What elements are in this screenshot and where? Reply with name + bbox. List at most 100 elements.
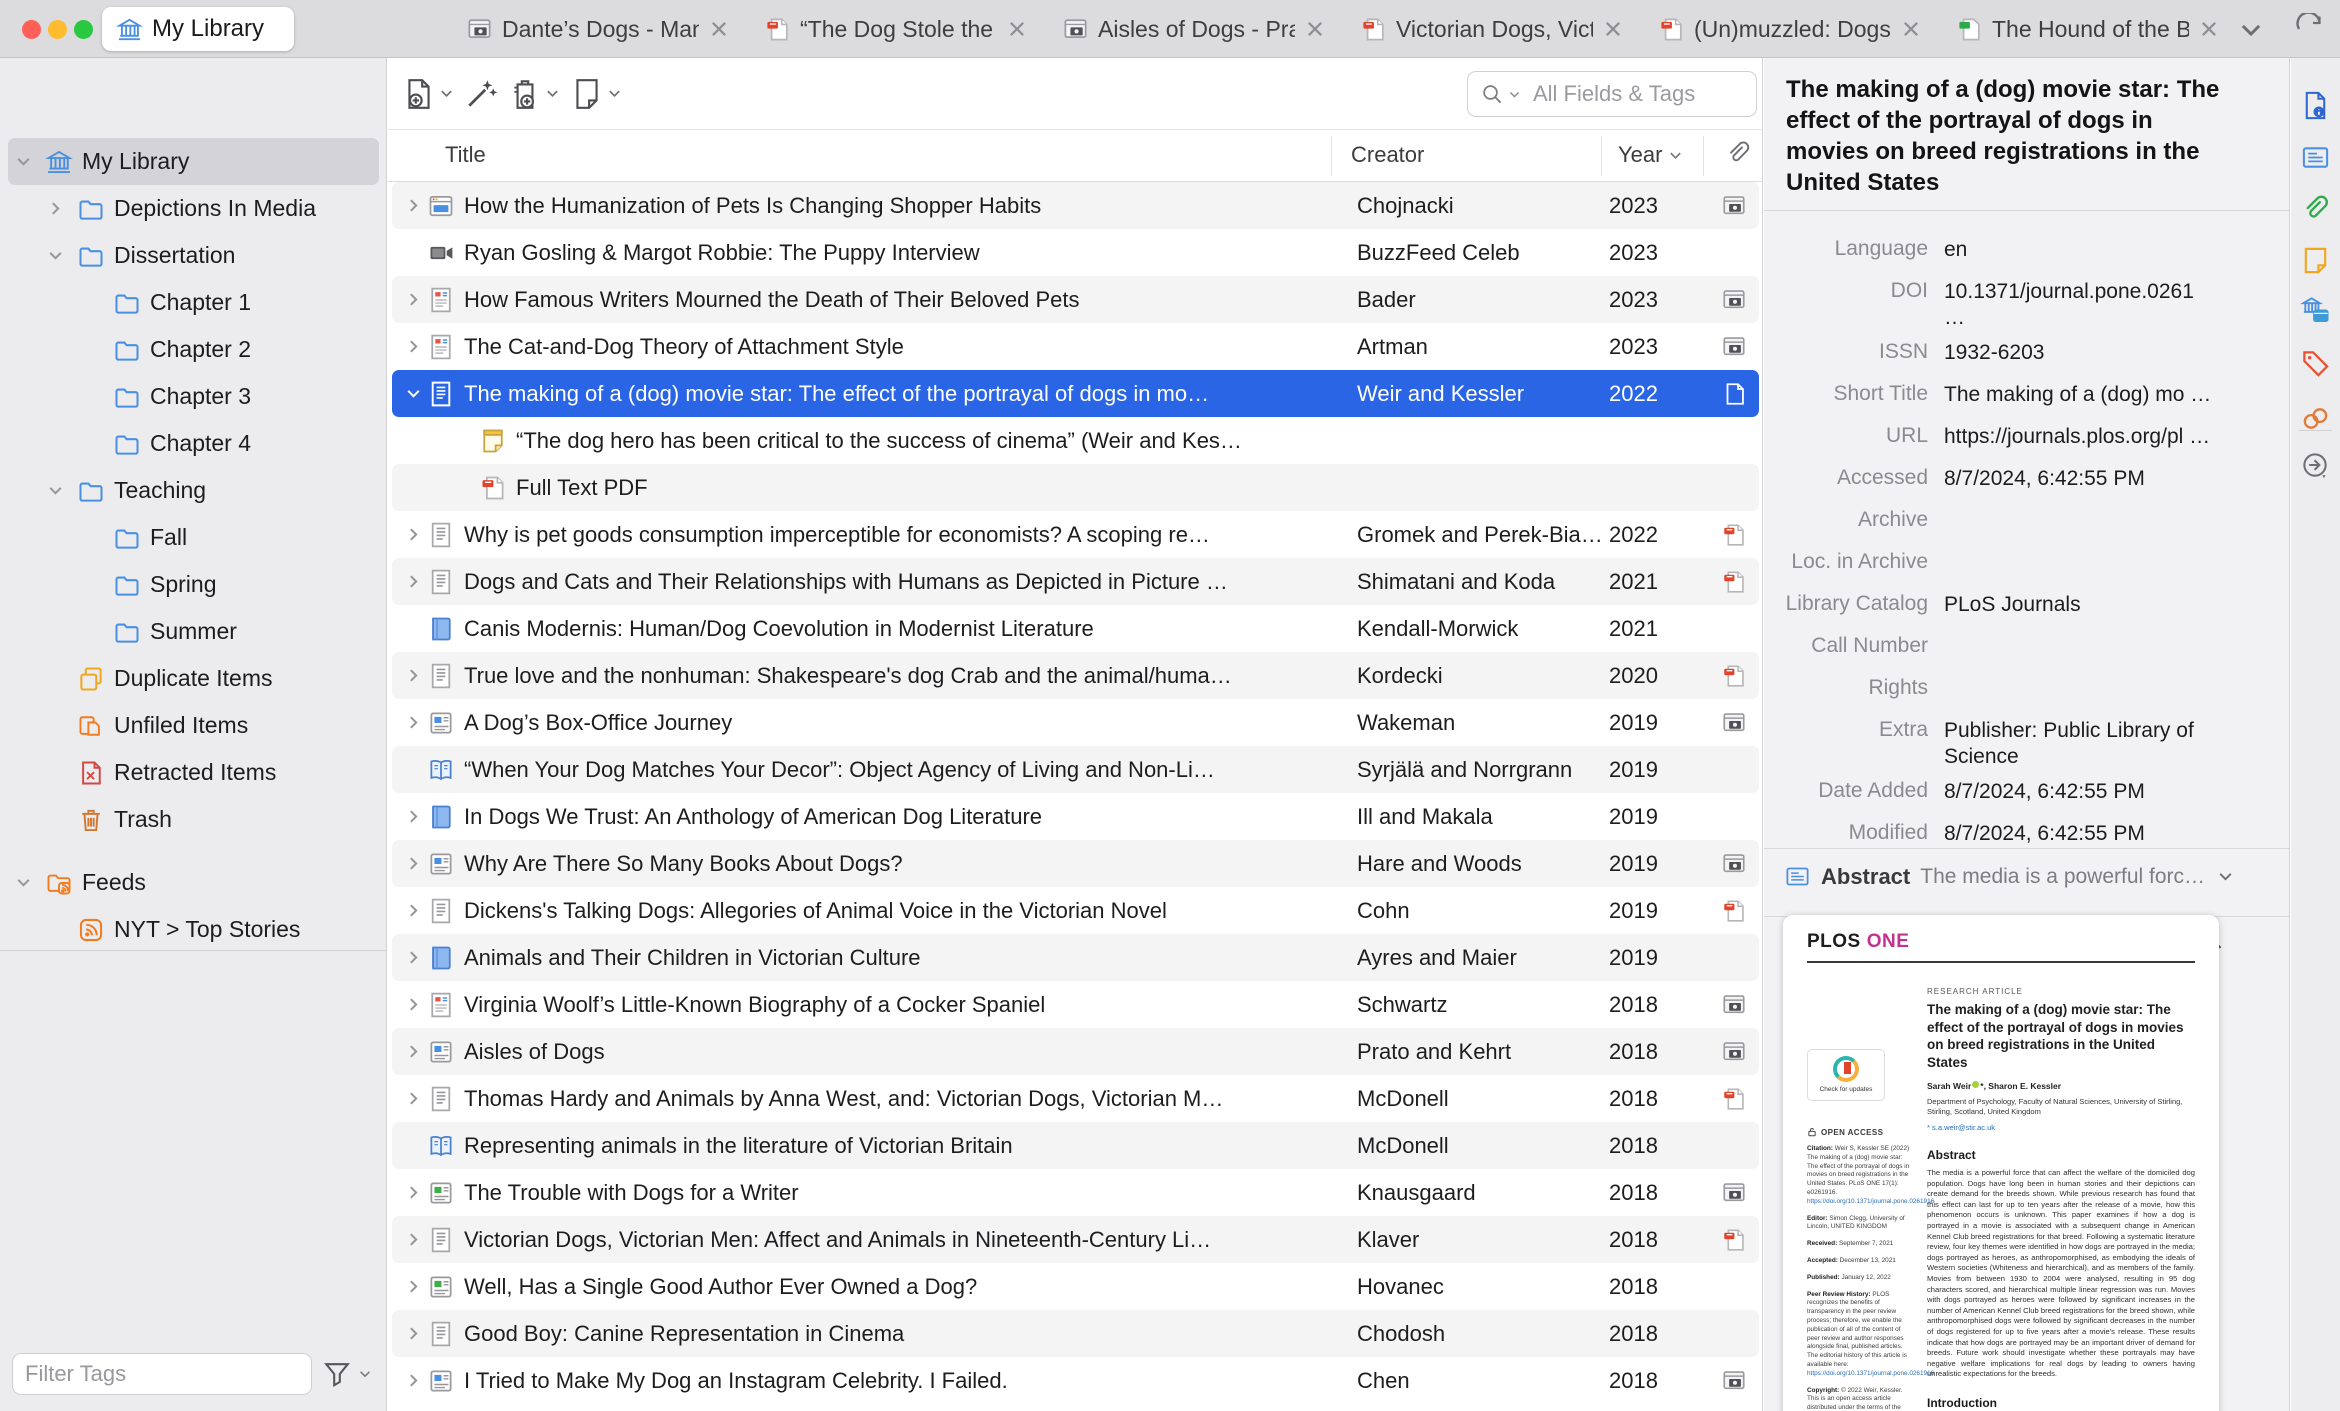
twisty-icon[interactable] (400, 757, 426, 783)
twisty-icon[interactable] (400, 616, 426, 642)
sidebar-item[interactable]: Unfiled Items (0, 702, 387, 749)
twisty-icon[interactable] (400, 1180, 426, 1206)
table-row[interactable]: Good Boy: Canine Representation in Cinem… (392, 1310, 1759, 1357)
new-item-button[interactable] (402, 77, 454, 111)
column-header-creator[interactable]: Creator (1351, 142, 1424, 168)
table-row[interactable]: How the Humanization of Pets Is Changing… (392, 182, 1759, 229)
table-row[interactable]: Dogs and Cats and Their Relationships wi… (392, 558, 1759, 605)
twisty-icon[interactable] (10, 149, 36, 175)
twisty-icon[interactable] (452, 475, 478, 501)
table-row[interactable]: In Dogs We Trust: An Anthology of Americ… (392, 793, 1759, 840)
twisty-icon[interactable] (400, 710, 426, 736)
zoom-window-button[interactable] (74, 20, 93, 39)
close-tab-icon[interactable] (1900, 18, 1922, 40)
twisty-icon[interactable] (400, 804, 426, 830)
table-row[interactable]: Aisles of Dogs Prato and Kehrt 2018 (392, 1028, 1759, 1075)
twisty-icon[interactable] (78, 337, 104, 363)
field-row[interactable]: Library Catalog PLoS Journals (1764, 583, 2289, 625)
field-value[interactable] (1928, 625, 2220, 634)
twisty-icon[interactable] (400, 1227, 426, 1253)
reader-tab[interactable]: The Hound of the B (1940, 0, 2238, 58)
column-header-attachment-paperclip-icon[interactable] (1724, 140, 1752, 168)
field-value[interactable]: 1932-6203 (1928, 331, 2220, 366)
tags-icon[interactable] (2300, 348, 2331, 379)
field-value[interactable] (1928, 499, 2220, 508)
table-row[interactable]: “The dog hero has been critical to the s… (392, 417, 1759, 464)
field-row[interactable]: Modified 8/7/2024, 6:42:55 PM (1764, 812, 2289, 854)
field-row[interactable]: ISSN 1932-6203 (1764, 331, 2289, 373)
field-value[interactable]: 8/7/2024, 6:42:55 PM (1928, 457, 2220, 492)
reader-tab[interactable]: “The Dog Stole the (748, 0, 1046, 58)
notes-icon[interactable] (2300, 245, 2331, 276)
table-row[interactable]: The Cat-and-Dog Theory of Attachment Sty… (392, 323, 1759, 370)
table-row[interactable]: Victorian Dogs, Victorian Men: Affect an… (392, 1216, 1759, 1263)
twisty-icon[interactable] (400, 1321, 426, 1347)
sidebar-item[interactable]: My Library (8, 138, 379, 185)
twisty-icon[interactable] (400, 1086, 426, 1112)
reader-tab[interactable]: Aisles of Dogs - Pra (1046, 0, 1344, 58)
sidebar-item[interactable]: Dissertation (0, 232, 387, 279)
sidebar-item[interactable]: Chapter 3 (0, 373, 387, 420)
table-row[interactable]: Why Are There So Many Books About Dogs? … (392, 840, 1759, 887)
twisty-icon[interactable] (452, 428, 478, 454)
locate-icon[interactable] (2300, 450, 2331, 481)
chevron-down-icon[interactable] (358, 1367, 372, 1381)
table-row[interactable]: A Dog’s Box-Office Journey Wakeman 2019 (392, 699, 1759, 746)
twisty-icon[interactable] (400, 945, 426, 971)
table-row[interactable]: The Trouble with Dogs for a Writer Knaus… (392, 1169, 1759, 1216)
pdf-attachment-preview[interactable]: PLOS ONE Check for updates OPEN ACCESS Ci… (1783, 915, 2219, 1411)
twisty-icon[interactable] (42, 713, 68, 739)
twisty-icon[interactable] (400, 522, 426, 548)
sidebar-item[interactable]: NYT > Top Stories (0, 906, 387, 953)
field-value[interactable]: 8/7/2024, 6:42:55 PM (1928, 812, 2220, 847)
twisty-icon[interactable] (78, 431, 104, 457)
table-row[interactable]: Virginia Woolf’s Little-Known Biography … (392, 981, 1759, 1028)
sidebar-item[interactable]: Fall (0, 514, 387, 561)
field-value[interactable]: The making of a (dog) mo … (1928, 373, 2220, 408)
info-icon[interactable] (2300, 90, 2331, 121)
field-value[interactable] (1928, 667, 2220, 676)
twisty-icon[interactable] (400, 992, 426, 1018)
table-row[interactable]: Canis Modernis: Human/Dog Coevolution in… (392, 605, 1759, 652)
twisty-icon[interactable] (42, 917, 68, 943)
minimize-window-button[interactable] (48, 20, 67, 39)
close-tab-icon[interactable] (2198, 18, 2220, 40)
field-row[interactable]: DOI 10.1371/journal.pone.0261 … (1764, 270, 2289, 331)
field-row[interactable]: Extra Publisher: Public Library of Scien… (1764, 709, 2289, 770)
close-tab-icon[interactable] (1602, 18, 1624, 40)
twisty-icon[interactable] (400, 851, 426, 877)
twisty-icon[interactable] (400, 1039, 426, 1065)
new-note-button[interactable] (570, 77, 622, 111)
table-row[interactable]: Well, Has a Single Good Author Ever Owne… (392, 1263, 1759, 1310)
sidebar-item[interactable]: Retracted Items (0, 749, 387, 796)
chevron-down-icon[interactable] (2217, 868, 2234, 885)
twisty-icon[interactable] (42, 478, 68, 504)
sidebar-item[interactable]: Teaching (0, 467, 387, 514)
table-row[interactable]: Why is pet goods consumption imperceptib… (392, 511, 1759, 558)
close-tab-icon[interactable] (1304, 18, 1326, 40)
sidebar-item[interactable]: Feeds (0, 859, 387, 906)
reader-tab[interactable]: (Un)muzzled: Dogs (1642, 0, 1940, 58)
twisty-icon[interactable] (78, 572, 104, 598)
sidebar-item[interactable]: Summer (0, 608, 387, 655)
twisty-icon[interactable] (400, 193, 426, 219)
column-header-title[interactable]: Title (445, 142, 486, 168)
close-window-button[interactable] (22, 20, 41, 39)
field-row[interactable]: Short Title The making of a (dog) mo … (1764, 373, 2289, 415)
field-value[interactable]: https://journals.plos.org/pl … (1928, 415, 2220, 450)
twisty-icon[interactable] (42, 196, 68, 222)
table-row[interactable]: Full Text PDF (392, 464, 1759, 511)
sidebar-item[interactable]: Spring (0, 561, 387, 608)
twisty-icon[interactable] (400, 287, 426, 313)
sidebar-item[interactable]: Trash (0, 796, 387, 843)
attachments-paperclip-icon[interactable] (2300, 194, 2331, 225)
twisty-icon[interactable] (42, 243, 68, 269)
item-title[interactable]: The making of a (dog) movie star: The ef… (1786, 74, 2220, 198)
close-tab-icon[interactable] (708, 18, 730, 40)
field-value[interactable]: 10.1371/journal.pone.0261 … (1928, 270, 2220, 331)
field-value[interactable]: en (1928, 228, 2220, 263)
field-value[interactable]: 8/7/2024, 6:42:55 PM (1928, 770, 2220, 805)
twisty-icon[interactable] (400, 381, 426, 407)
reader-tab[interactable]: Dante’s Dogs - Man (450, 0, 748, 58)
close-tab-icon[interactable] (1006, 18, 1028, 40)
